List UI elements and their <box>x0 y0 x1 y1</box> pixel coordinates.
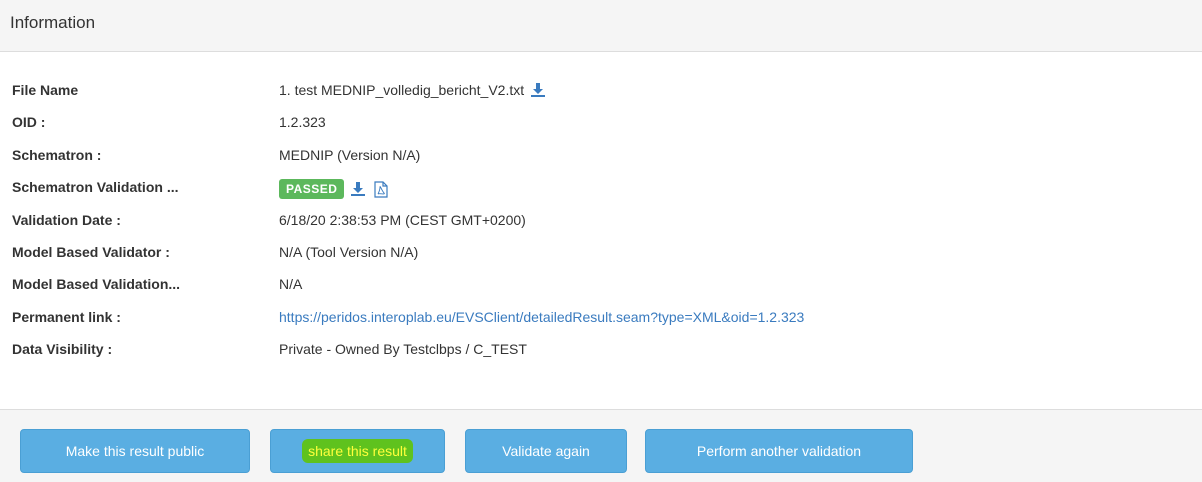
info-row-permanent-link: Permanent link : https://peridos.interop… <box>0 304 1202 336</box>
info-row-schematron-validation: Schematron Validation ... PASSED <box>0 174 1202 206</box>
info-row-data-visibility: Data Visibility : Private - Owned By Tes… <box>0 336 1202 368</box>
info-value: 1. test MEDNIP_volledig_bericht_V2.txt <box>279 82 546 98</box>
info-row-oid: OID : 1.2.323 <box>0 109 1202 141</box>
info-row-file-name: File Name 1. test MEDNIP_volledig_berich… <box>0 77 1202 109</box>
file-name-text: 1. test MEDNIP_volledig_bericht_V2.txt <box>279 82 525 98</box>
info-label: Validation Date : <box>12 211 121 228</box>
info-label: Data Visibility : <box>12 341 113 358</box>
panel-heading: Information <box>0 0 1202 52</box>
info-row-validation-date: Validation Date : 6/18/20 2:38:53 PM (CE… <box>0 207 1202 239</box>
permanent-link[interactable]: https://peridos.interoplab.eu/EVSClient/… <box>279 309 804 325</box>
download-icon[interactable] <box>350 181 366 197</box>
info-label: Schematron : <box>12 146 102 163</box>
info-label: OID : <box>12 114 46 131</box>
info-value: PASSED <box>279 179 389 200</box>
info-value: MEDNIP (Version N/A) <box>279 146 421 163</box>
info-value: https://peridos.interoplab.eu/EVSClient/… <box>279 309 804 325</box>
make-public-button[interactable]: Make this result public <box>20 429 250 473</box>
info-row-schematron: Schematron : MEDNIP (Version N/A) <box>0 142 1202 174</box>
info-label: File Name <box>12 82 79 98</box>
info-row-model-validator: Model Based Validator : N/A (Tool Versio… <box>0 239 1202 271</box>
info-label: Schematron Validation ... <box>12 179 179 196</box>
info-value: N/A <box>279 276 303 293</box>
validate-again-button[interactable]: Validate again <box>465 429 627 473</box>
info-label: Model Based Validator : <box>12 243 170 260</box>
perform-another-validation-button[interactable]: Perform another validation <box>645 429 913 473</box>
info-value: 6/18/20 2:38:53 PM (CEST GMT+0200) <box>279 211 526 228</box>
info-value: Private - Owned By Testclbps / C_TEST <box>279 341 527 358</box>
info-value: 1.2.323 <box>279 114 326 131</box>
panel-title: Information <box>10 13 96 32</box>
info-row-model-validation: Model Based Validation... N/A <box>0 271 1202 303</box>
info-label: Permanent link : <box>12 308 121 325</box>
panel-footer: Make this result public share this resul… <box>0 409 1202 482</box>
info-list: File Name 1. test MEDNIP_volledig_berich… <box>0 77 1202 369</box>
passed-badge: PASSED <box>279 179 345 200</box>
info-label: Model Based Validation... <box>12 276 181 293</box>
info-value: N/A (Tool Version N/A) <box>279 243 419 260</box>
download-icon[interactable] <box>530 82 546 98</box>
pdf-icon[interactable] <box>374 181 389 198</box>
share-result-label: share this result <box>302 439 413 463</box>
share-result-button[interactable]: share this result <box>270 429 445 473</box>
